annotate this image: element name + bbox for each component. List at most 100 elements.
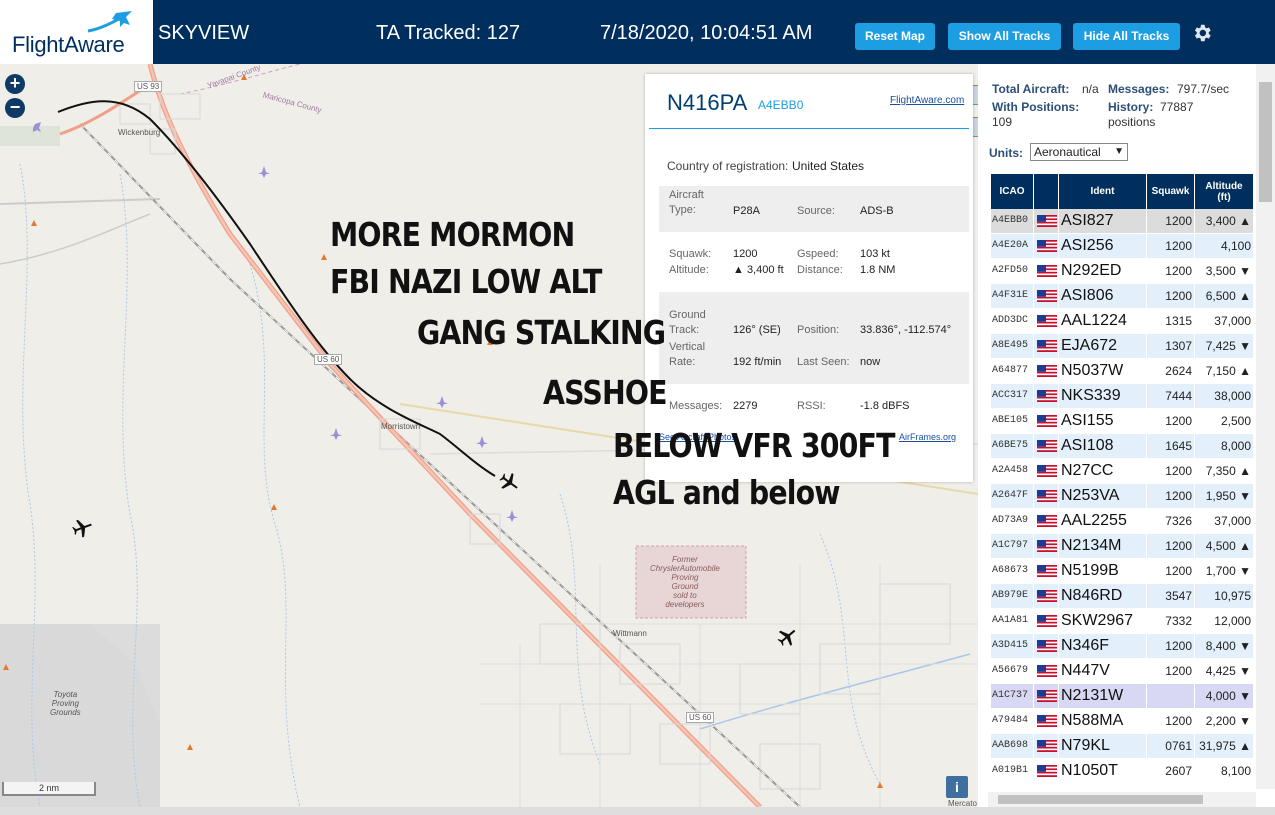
us-flag-icon (1037, 690, 1057, 702)
country-value: United States (792, 159, 865, 173)
cell-squawk: 1200 (1147, 659, 1195, 683)
table-row[interactable]: A8E495 EJA672 1307 7,425 ▼ (991, 334, 1253, 359)
us-flag-icon (1037, 440, 1057, 452)
table-row[interactable]: A2FD50 N292ED 1200 3,500 ▼ (991, 259, 1253, 284)
table-row[interactable]: A79484 N588MA 1200 2,200 ▼ (991, 709, 1253, 734)
cell-altitude: 10,975 (1195, 584, 1253, 608)
aircraft-icon[interactable] (70, 516, 94, 540)
cell-icao: A2647F (991, 484, 1034, 508)
cell-altitude: 7,425 ▼ (1195, 334, 1253, 358)
cell-icao: A8E495 (991, 334, 1034, 358)
table-row[interactable]: A4E20A ASI256 1200 4,100 (991, 234, 1253, 259)
table-row[interactable]: A1C797 N2134M 1200 4,500 ▲ (991, 534, 1253, 559)
vertical-scrollbar[interactable] (1256, 64, 1275, 789)
zoom-in-button[interactable]: + (5, 74, 25, 94)
cell-flag (1034, 534, 1059, 558)
cell-squawk: 1200 (1147, 459, 1195, 483)
table-row[interactable]: ADD3DC AAL1224 1315 37,000 (991, 309, 1253, 334)
cell-icao: A1C737 (991, 684, 1034, 708)
lastseen-value: now (860, 356, 881, 368)
aircraft-icon[interactable] (497, 470, 521, 494)
info-button[interactable]: i (946, 776, 968, 798)
position-value: 33.836°, -112.574° (860, 324, 952, 336)
table-row[interactable]: ABE105 ASI155 1200 2,500 (991, 409, 1253, 434)
cell-ident: AAL2255 (1059, 509, 1147, 533)
map-label-chrysler: Former ChryslerAutomobile Proving Ground… (650, 555, 720, 609)
table-row[interactable]: A2A458 N27CC 1200 7,350 ▲ (991, 459, 1253, 484)
overlay-text-line: FBI NAZI LOW ALT (330, 262, 602, 301)
us-flag-icon (1037, 365, 1057, 377)
map-attribution: Mercato (948, 799, 977, 807)
airframes-link[interactable]: AirFrames.org (899, 432, 956, 442)
cell-flag (1034, 309, 1059, 333)
table-row[interactable]: A6BE75 ASI108 1645 8,000 (991, 434, 1253, 459)
site-name: SKYVIEW (158, 22, 250, 44)
cell-altitude: 4,100 (1195, 234, 1253, 258)
cell-icao: A79484 (991, 709, 1034, 733)
us-flag-icon (1037, 490, 1057, 502)
cell-flag (1034, 484, 1059, 508)
cell-altitude: 8,000 (1195, 434, 1253, 458)
column-header-ident[interactable]: Ident (1059, 174, 1147, 209)
map-label-morristown: Morristown (381, 422, 421, 431)
reset-map-button[interactable]: Reset Map (855, 23, 935, 50)
cell-squawk: 1200 (1147, 234, 1195, 258)
table-row[interactable]: A68673 N5199B 1200 1,700 ▼ (991, 559, 1253, 584)
units-select[interactable]: Aeronautical ▼ (1030, 143, 1128, 161)
scrollbar-thumb[interactable] (1259, 82, 1272, 202)
cell-icao: A4E20A (991, 234, 1034, 258)
table-row[interactable]: A4EBB0 ASI827 1200 3,400 ▲ (991, 209, 1253, 234)
table-row[interactable]: AA1A81 SKW2967 7332 12,000 (991, 609, 1253, 634)
altitude-label: Altitude: (669, 264, 709, 276)
column-header-icao[interactable]: ICAO (991, 174, 1034, 209)
column-header-altitude[interactable]: Altitude (ft) (1195, 174, 1253, 209)
cell-altitude: 2,200 ▼ (1195, 709, 1253, 733)
us-flag-icon (1037, 265, 1057, 277)
track-value: 126° (SE) (733, 324, 781, 336)
vrate-value: 192 ft/min (733, 356, 782, 368)
aircraft-type-value: P28A (733, 205, 760, 217)
cell-ident: N5037W (1059, 359, 1147, 383)
overlay-text-line: BELOW VFR 300FT (613, 426, 895, 465)
cell-ident: N2131W (1059, 684, 1147, 708)
table-row[interactable]: AD73A9 AAL2255 7326 37,000 (991, 509, 1253, 534)
us-flag-icon (1037, 390, 1057, 402)
table-row[interactable]: A4F31E ASI806 1200 6,500 ▲ (991, 284, 1253, 309)
cell-squawk: 0761 (1147, 734, 1195, 758)
cell-flag (1034, 509, 1059, 533)
table-row[interactable]: AB979E N846RD 3547 10,975 (991, 584, 1253, 609)
logo-text: FlightAware (12, 32, 125, 57)
map-label-wickenburg: Wickenburg (118, 128, 161, 137)
horizontal-scrollbar[interactable] (988, 792, 1256, 807)
cell-flag (1034, 734, 1059, 758)
gear-icon[interactable] (1191, 22, 1213, 44)
logo[interactable]: FlightAware (0, 0, 153, 64)
cell-ident: ASI155 (1059, 409, 1147, 433)
us-flag-icon (1037, 315, 1057, 327)
column-header-squawk[interactable]: Squawk (1147, 174, 1195, 209)
cell-altitude: 38,000 (1195, 384, 1253, 408)
cell-ident: N79KL (1059, 734, 1147, 758)
column-header-flag[interactable] (1034, 174, 1059, 209)
flightaware-link[interactable]: FlightAware.com (890, 95, 964, 106)
table-row[interactable]: AAB698 N79KL 0761 31,975 ▲ (991, 734, 1253, 759)
table-row[interactable]: A3D415 N346F 1200 8,400 ▼ (991, 634, 1253, 659)
messages-label: Messages: (669, 400, 723, 412)
table-row[interactable]: A56679 N447V 1200 4,425 ▼ (991, 659, 1253, 684)
cell-squawk: 7444 (1147, 384, 1195, 408)
table-row[interactable]: ACC317 NKS339 7444 38,000 (991, 384, 1253, 409)
zoom-out-button[interactable]: − (5, 98, 25, 118)
show-all-tracks-button[interactable]: Show All Tracks (948, 23, 1061, 50)
scrollbar-thumb[interactable] (998, 795, 1203, 804)
cell-icao: A4EBB0 (991, 209, 1034, 233)
cell-altitude: 37,000 (1195, 309, 1253, 333)
hide-all-tracks-button[interactable]: Hide All Tracks (1073, 23, 1180, 50)
cell-icao: A2FD50 (991, 259, 1034, 283)
us-flag-icon (1037, 340, 1057, 352)
table-row[interactable]: A2647F N253VA 1200 1,950 ▼ (991, 484, 1253, 509)
table-row[interactable]: A64877 N5037W 2624 7,150 ▲ (991, 359, 1253, 384)
aircraft-icon[interactable] (775, 625, 799, 649)
us-flag-icon (1037, 240, 1057, 252)
table-row[interactable]: A019B1 N1050T 2607 8,100 (991, 759, 1253, 784)
table-row[interactable]: A1C737 N2131W 4,000 ▼ (991, 684, 1253, 709)
